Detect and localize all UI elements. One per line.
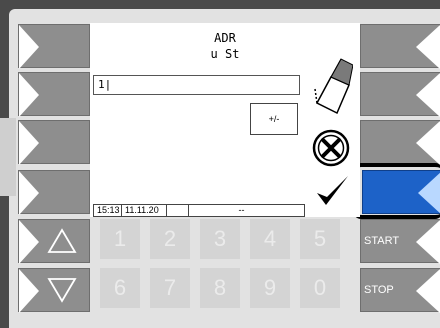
softkey-right-2[interactable] — [360, 72, 440, 117]
start-button[interactable]: START — [360, 219, 440, 264]
status-time: 15:13 — [94, 205, 122, 216]
key-notch — [19, 220, 39, 264]
softkey-notch — [416, 121, 440, 165]
softkey-right-3[interactable] — [360, 120, 440, 165]
numkey-8[interactable]: 8 — [200, 268, 240, 308]
sign-toggle-button[interactable]: +/- — [250, 103, 298, 135]
numkey-6[interactable]: 6 — [100, 268, 140, 308]
stop-button[interactable]: STOP — [360, 268, 440, 313]
numkey-3[interactable]: 3 — [200, 219, 240, 259]
softkey-notch — [19, 25, 39, 69]
numkey-2[interactable]: 2 — [150, 219, 190, 259]
start-label: START — [364, 235, 400, 247]
softkey-right-1[interactable] — [360, 24, 440, 69]
triangle-down-icon — [47, 278, 77, 303]
softkey-right-4-active[interactable] — [362, 170, 440, 215]
softkey-notch — [19, 73, 39, 117]
triangle-up-icon — [47, 228, 77, 253]
screen-title: ADR — [214, 31, 236, 45]
eraser-icon[interactable] — [311, 55, 353, 115]
cancel-icon[interactable] — [312, 129, 350, 167]
down-arrow-key[interactable] — [18, 268, 90, 313]
softkey-left-4[interactable] — [18, 170, 90, 215]
numkey-7[interactable]: 7 — [150, 268, 190, 308]
numkey-9[interactable]: 9 — [250, 268, 290, 308]
key-notch — [416, 269, 440, 313]
softkey-notch — [19, 121, 39, 165]
softkey-left-2[interactable] — [18, 72, 90, 117]
softkey-notch — [416, 73, 440, 117]
key-notch — [416, 220, 440, 264]
side-tab — [0, 118, 16, 196]
softkey-notch — [19, 171, 39, 215]
softkey-notch — [418, 171, 440, 215]
numkey-4[interactable]: 4 — [250, 219, 290, 259]
numkey-0[interactable]: 0 — [300, 268, 340, 308]
stop-label: STOP — [364, 284, 394, 296]
keypad-row-2: 6 7 8 9 0 — [18, 268, 360, 313]
key-notch — [19, 269, 39, 313]
status-value: -- — [238, 205, 245, 215]
checkmark-icon[interactable] — [314, 172, 352, 210]
value-input[interactable]: 1| — [93, 75, 300, 95]
status-date: 11.11.20 — [122, 205, 167, 216]
status-blank — [167, 205, 189, 216]
up-arrow-key[interactable] — [18, 219, 90, 264]
keypad-row-1: 1 2 3 4 5 — [18, 219, 360, 264]
softkey-notch — [416, 25, 440, 69]
status-bar: 15:13 11.11.20 -- — [93, 204, 305, 217]
numkey-5[interactable]: 5 — [300, 219, 340, 259]
numkey-1[interactable]: 1 — [100, 219, 140, 259]
softkey-left-3[interactable] — [18, 120, 90, 165]
softkey-left-1[interactable] — [18, 24, 90, 69]
